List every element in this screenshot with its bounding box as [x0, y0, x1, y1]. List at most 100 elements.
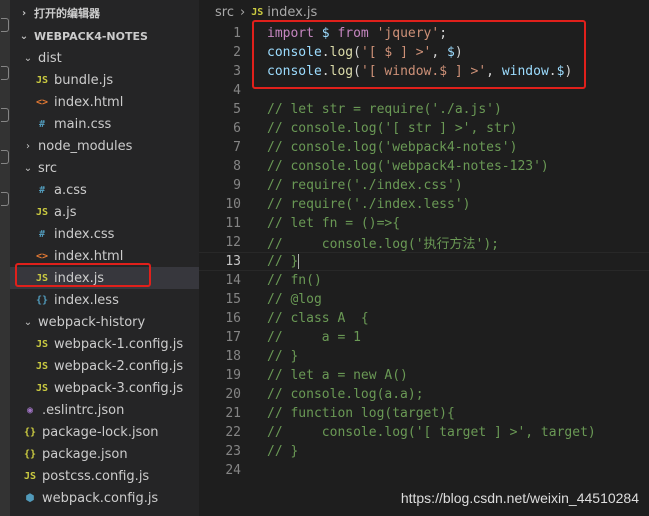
tree-item-a-css[interactable]: # a.css	[10, 179, 199, 201]
tree-item-dist[interactable]: ⌄ dist	[10, 47, 199, 69]
code-line[interactable]: 18 // }	[199, 347, 649, 366]
code-line[interactable]: 20 // console.log(a.a);	[199, 385, 649, 404]
tree-item-bundle-js[interactable]: JS bundle.js	[10, 69, 199, 91]
line-number: 3	[233, 64, 241, 79]
code-text: // console.log('[ str ] >', str)	[267, 121, 517, 136]
code-line[interactable]: 24	[199, 461, 649, 480]
tree-item-postcss-config-js[interactable]: JS postcss.config.js	[10, 465, 199, 487]
js-file-icon: JS	[251, 6, 264, 18]
breadcrumb-folder[interactable]: src	[215, 5, 234, 20]
project-header[interactable]: ⌄ WEBPACK4-NOTES	[10, 25, 199, 47]
tree-item-webpack-history[interactable]: ⌄ webpack-history	[10, 311, 199, 333]
tree-item-index-css[interactable]: # index.css	[10, 223, 199, 245]
code-text: // console.log('[ target ] >', target)	[267, 425, 596, 440]
tree-item-label: node_modules	[38, 138, 133, 154]
tree-item-label: index.html	[54, 94, 124, 110]
code-line[interactable]: 22 // console.log('[ target ] >', target)	[199, 423, 649, 442]
highlight-box-import-lines	[252, 20, 586, 89]
tree-item-eslintrc-json[interactable]: ◉ .eslintrc.json	[10, 399, 199, 421]
code-token: // class A {	[267, 311, 369, 326]
line-number: 16	[225, 311, 241, 326]
code-line[interactable]: 5 // let str = require('./a.js')	[199, 100, 649, 119]
code-line[interactable]: 9 // require('./index.css')	[199, 176, 649, 195]
code-line[interactable]: 16 // class A {	[199, 309, 649, 328]
code-line[interactable]: 23 // }	[199, 442, 649, 461]
line-number: 23	[225, 444, 241, 459]
code-token: // let fn = ()=>{	[267, 216, 401, 231]
tree-item-package-json[interactable]: {} package.json	[10, 443, 199, 465]
breadcrumb-file[interactable]: index.js	[267, 5, 317, 20]
tree-item-index-html[interactable]: <> index.html	[10, 91, 199, 113]
line-number: 4	[233, 83, 241, 98]
tree-item-webpack-config-js[interactable]: ⬢ webpack.config.js	[10, 487, 199, 509]
code-line[interactable]: 13 // }	[199, 252, 649, 271]
source-control-icon[interactable]	[1, 108, 9, 122]
js-file-icon: JS	[23, 470, 37, 482]
code-line[interactable]: 14 // fn()	[199, 271, 649, 290]
tree-item-webpack-3-config-js[interactable]: JS webpack-3.config.js	[10, 377, 199, 399]
html-file-icon: <>	[35, 250, 49, 262]
code-text: // fn()	[267, 273, 322, 288]
tree-item-main-css[interactable]: # main.css	[10, 113, 199, 135]
html-file-icon: <>	[35, 96, 49, 108]
open-editors-header[interactable]: › 打开的编辑器	[10, 0, 199, 26]
js-file-icon: JS	[35, 382, 49, 394]
line-number: 12	[225, 235, 241, 250]
tree-item-a-js[interactable]: JS a.js	[10, 201, 199, 223]
tree-item-label: a.js	[54, 204, 77, 220]
chevron-down-icon: ⌄	[23, 316, 33, 328]
json-file-icon: {}	[23, 448, 37, 460]
line-number: 13	[225, 254, 241, 269]
line-number: 21	[225, 406, 241, 421]
chevron-right-icon: ›	[21, 7, 27, 19]
debug-icon[interactable]	[1, 150, 9, 164]
line-number: 17	[225, 330, 241, 345]
project-title: WEBPACK4-NOTES	[34, 29, 148, 43]
tree-item-package-lock-json[interactable]: {} package-lock.json	[10, 421, 199, 443]
code-line[interactable]: 17 // a = 1	[199, 328, 649, 347]
line-number: 6	[233, 121, 241, 136]
code-text: // }	[267, 444, 298, 459]
code-line[interactable]: 7 // console.log('webpack4-notes')	[199, 138, 649, 157]
tree-item-index-less[interactable]: {} index.less	[10, 289, 199, 311]
code-text: // a = 1	[267, 330, 361, 345]
chevron-right-icon: ›	[26, 140, 30, 152]
tree-item-src[interactable]: ⌄ src	[10, 157, 199, 179]
tree-item-webpack-2-config-js[interactable]: JS webpack-2.config.js	[10, 355, 199, 377]
code-line[interactable]: 21 // function log(target){	[199, 404, 649, 423]
code-token: // function log(target){	[267, 406, 455, 421]
eslint-file-icon: ◉	[26, 404, 34, 416]
code-line[interactable]: 12 // console.log('执行方法');	[199, 233, 649, 252]
js-file-icon: JS	[35, 360, 49, 372]
code-line[interactable]: 11 // let fn = ()=>{	[199, 214, 649, 233]
code-line[interactable]: 6 // console.log('[ str ] >', str)	[199, 119, 649, 138]
line-number: 10	[225, 197, 241, 212]
code-token: // a = 1	[267, 330, 361, 345]
search-icon[interactable]	[1, 66, 9, 80]
code-token: // }	[267, 444, 299, 459]
tree-item-label: index.css	[54, 226, 115, 242]
code-line[interactable]: 8 // console.log('webpack4-notes-123')	[199, 157, 649, 176]
tree-item-node-modules[interactable]: › node_modules	[10, 135, 199, 157]
code-text: // let fn = ()=>{	[267, 216, 400, 231]
line-number: 18	[225, 349, 241, 364]
line-number: 15	[225, 292, 241, 307]
code-text: // console.log('webpack4-notes')	[267, 140, 517, 155]
code-line[interactable]: 10 // require('./index.less')	[199, 195, 649, 214]
tree-item-label: a.css	[54, 182, 87, 198]
js-file-icon: JS	[35, 338, 49, 350]
tree-item-label: src	[38, 160, 57, 176]
line-number: 5	[233, 102, 241, 117]
tree-item-webpack-1-config-js[interactable]: JS webpack-1.config.js	[10, 333, 199, 355]
explorer-icon[interactable]	[1, 18, 9, 32]
js-file-icon: JS	[35, 74, 49, 86]
line-number: 19	[225, 368, 241, 383]
webpack-file-icon: ⬢	[25, 492, 35, 504]
js-file-icon: JS	[35, 206, 49, 218]
code-line[interactable]: 15 // @log	[199, 290, 649, 309]
code-text: // require('./index.css')	[267, 178, 463, 193]
code-text: // function log(target){	[267, 406, 455, 421]
extensions-icon[interactable]	[1, 192, 9, 206]
code-line[interactable]: 19 // let a = new A()	[199, 366, 649, 385]
chevron-down-icon: ⌄	[19, 30, 29, 42]
